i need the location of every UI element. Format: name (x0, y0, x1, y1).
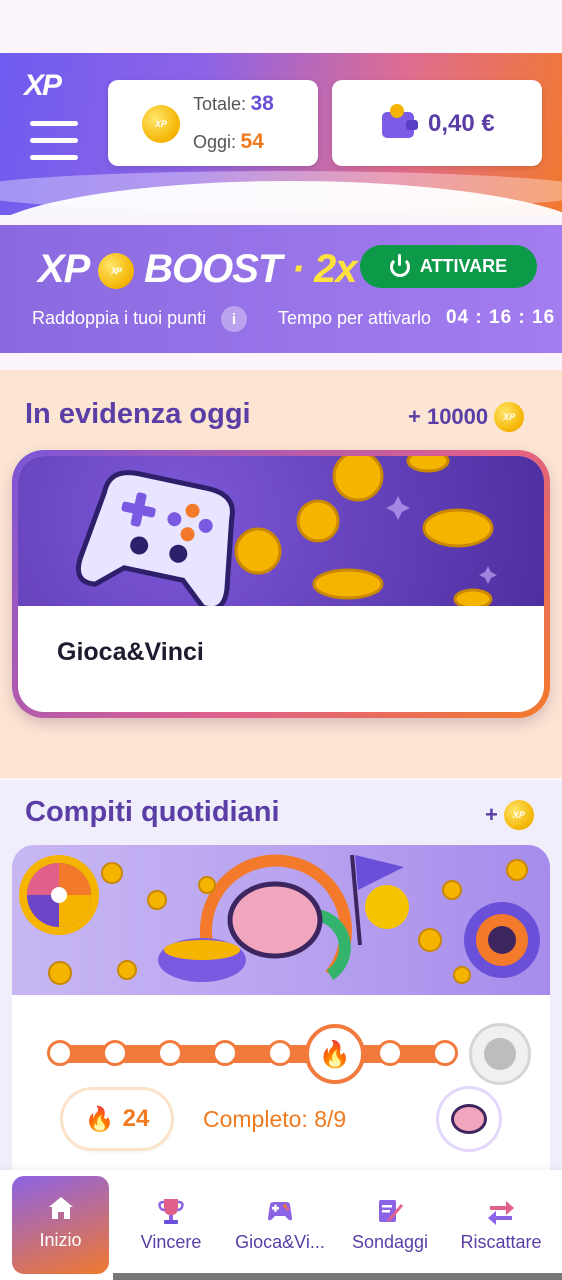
progress-step (47, 1040, 73, 1066)
nav-item-surveys[interactable]: Sondaggi (340, 1184, 440, 1274)
daily-tasks-illustration (19, 854, 540, 985)
featured-bonus: + 10000 (408, 402, 525, 432)
nav-item-win[interactable]: Vincere (121, 1184, 221, 1274)
survey-icon (379, 1200, 403, 1222)
boost-timer-label: Tempo per attivarlo (278, 308, 432, 328)
points-card[interactable]: Totale: 38 Oggi: 54 (108, 80, 318, 166)
trophy-icon (158, 1199, 184, 1224)
fire-step-icon: 🔥 (305, 1024, 365, 1084)
app-logo[interactable]: XP (24, 69, 62, 103)
game-label: Gioca&Vinci (57, 638, 204, 666)
boost-timer: 04 : 16 : 16 (446, 307, 556, 328)
bottom-navigation: Inizio Vincere Gioca&Vi... Sondaggi Risc… (0, 1170, 562, 1280)
nav-item-home[interactable]: Inizio (12, 1176, 109, 1274)
nav-item-redeem[interactable]: Riscattare (451, 1184, 551, 1274)
activate-boost-button[interactable]: ATTIVARE (360, 245, 537, 288)
daily-tasks-banner (12, 845, 550, 995)
progress-step (432, 1040, 458, 1066)
daily-tasks-bonus: + (485, 800, 534, 830)
total-points-value: 38 (250, 92, 274, 115)
system-home-indicator (113, 1273, 562, 1280)
game-card[interactable]: Gioca&Vinci (12, 450, 550, 718)
menu-icon[interactable] (30, 121, 78, 161)
xp-coin-icon (98, 253, 134, 290)
daily-tasks-title: Compiti quotidiani (25, 796, 280, 828)
home-icon (48, 1197, 73, 1219)
boost-subtitle: Raddoppia i tuoi punti (32, 308, 207, 328)
app-header: XP Totale: 38 Oggi: 54 0,40 € (0, 53, 562, 215)
wallet-balance: 0,40 € (428, 110, 495, 137)
featured-title: In evidenza oggi (25, 398, 251, 430)
xp-coin-icon (503, 800, 534, 830)
info-icon[interactable]: i (221, 306, 247, 332)
locked-reward-icon[interactable] (469, 1023, 531, 1085)
gamepad-illustration (75, 456, 497, 612)
progress-step (212, 1040, 238, 1066)
progress-step (157, 1040, 183, 1066)
boost-title: XP BOOST · 2x (38, 247, 357, 292)
progress-step (102, 1040, 128, 1066)
fire-icon: 🔥 (84, 1105, 115, 1133)
wallet-card[interactable]: 0,40 € (332, 80, 542, 166)
today-points-value: 54 (240, 130, 264, 153)
progress-step (377, 1040, 403, 1066)
today-points-label: Oggi: (193, 132, 237, 152)
boost-banner: XP BOOST · 2x ATTIVARE Raddoppia i tuoi … (0, 225, 562, 353)
power-icon (389, 253, 410, 277)
streak-badge: 🔥 24 (63, 1090, 171, 1148)
gamepad-icon (268, 1202, 292, 1221)
progress-step (267, 1040, 293, 1066)
brain-task-icon[interactable] (439, 1089, 499, 1149)
xp-coin-icon (494, 402, 525, 432)
game-banner-image (18, 456, 544, 612)
xp-coin-icon (142, 105, 180, 143)
nav-item-play[interactable]: Gioca&Vi... (230, 1184, 330, 1274)
daily-completion-text: Completo: 8/9 (203, 1106, 347, 1132)
wallet-icon (382, 104, 418, 138)
exchange-icon (488, 1201, 514, 1225)
total-points-label: Totale: (193, 94, 247, 114)
